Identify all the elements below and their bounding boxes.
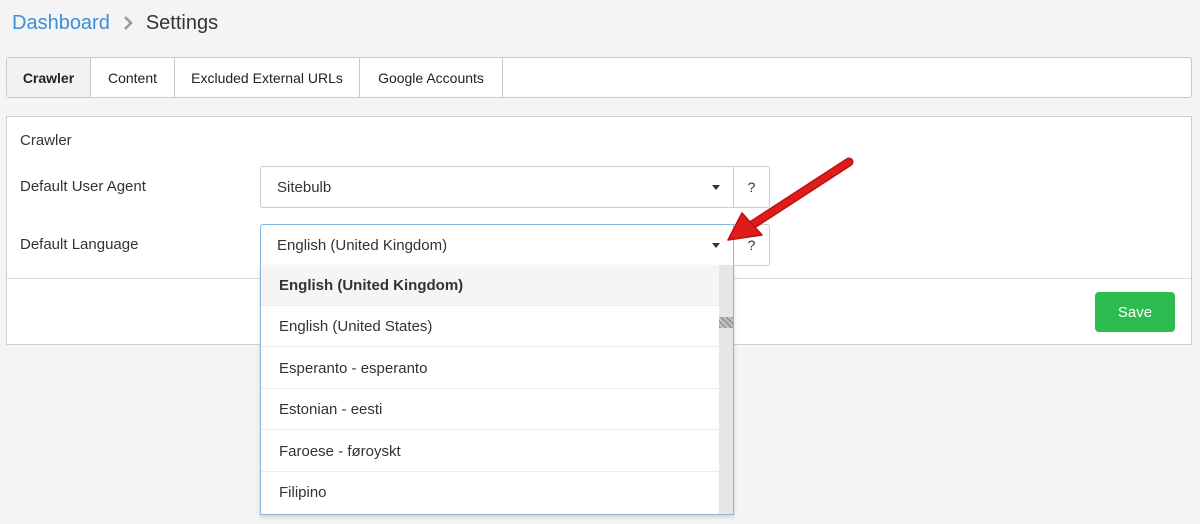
caret-down-icon bbox=[712, 185, 720, 190]
save-button[interactable]: Save bbox=[1095, 292, 1175, 332]
tab-crawler[interactable]: Crawler bbox=[7, 58, 91, 97]
tab-google-accounts[interactable]: Google Accounts bbox=[360, 58, 503, 97]
language-option[interactable]: Filipino bbox=[261, 472, 719, 513]
default-user-agent-select[interactable]: Sitebulb bbox=[260, 166, 734, 208]
language-option[interactable]: English (United Kingdom) bbox=[261, 265, 719, 306]
language-option[interactable]: English (United States) bbox=[261, 306, 719, 347]
language-dropdown-list: English (United Kingdom) English (United… bbox=[260, 265, 734, 515]
user-agent-help-button[interactable]: ? bbox=[734, 166, 770, 208]
default-language-select[interactable]: English (United Kingdom) bbox=[260, 224, 734, 266]
settings-tabs: Crawler Content Excluded External URLs G… bbox=[6, 57, 1192, 98]
breadcrumb: Dashboard Settings bbox=[12, 9, 218, 37]
dropdown-scrollbar[interactable] bbox=[719, 265, 733, 514]
language-option[interactable]: Estonian - eesti bbox=[261, 389, 719, 430]
default-user-agent-value: Sitebulb bbox=[277, 178, 332, 196]
tab-excluded-external-urls[interactable]: Excluded External URLs bbox=[175, 58, 360, 97]
chevron-right-icon bbox=[110, 9, 146, 37]
page-title: Settings bbox=[145, 11, 219, 34]
section-title: Crawler bbox=[20, 132, 72, 149]
language-option[interactable]: Faroese - føroyskt bbox=[261, 431, 719, 472]
caret-down-icon bbox=[712, 243, 720, 248]
scrollbar-thumb[interactable] bbox=[719, 317, 733, 328]
breadcrumb-dashboard-link[interactable]: Dashboard bbox=[12, 12, 110, 35]
default-user-agent-label: Default User Agent bbox=[20, 178, 146, 195]
language-help-button[interactable]: ? bbox=[734, 224, 770, 266]
language-option[interactable]: Esperanto - esperanto bbox=[261, 348, 719, 389]
tab-content[interactable]: Content bbox=[91, 58, 175, 97]
default-language-label: Default Language bbox=[20, 236, 139, 253]
default-language-value: English (United Kingdom) bbox=[277, 236, 448, 254]
